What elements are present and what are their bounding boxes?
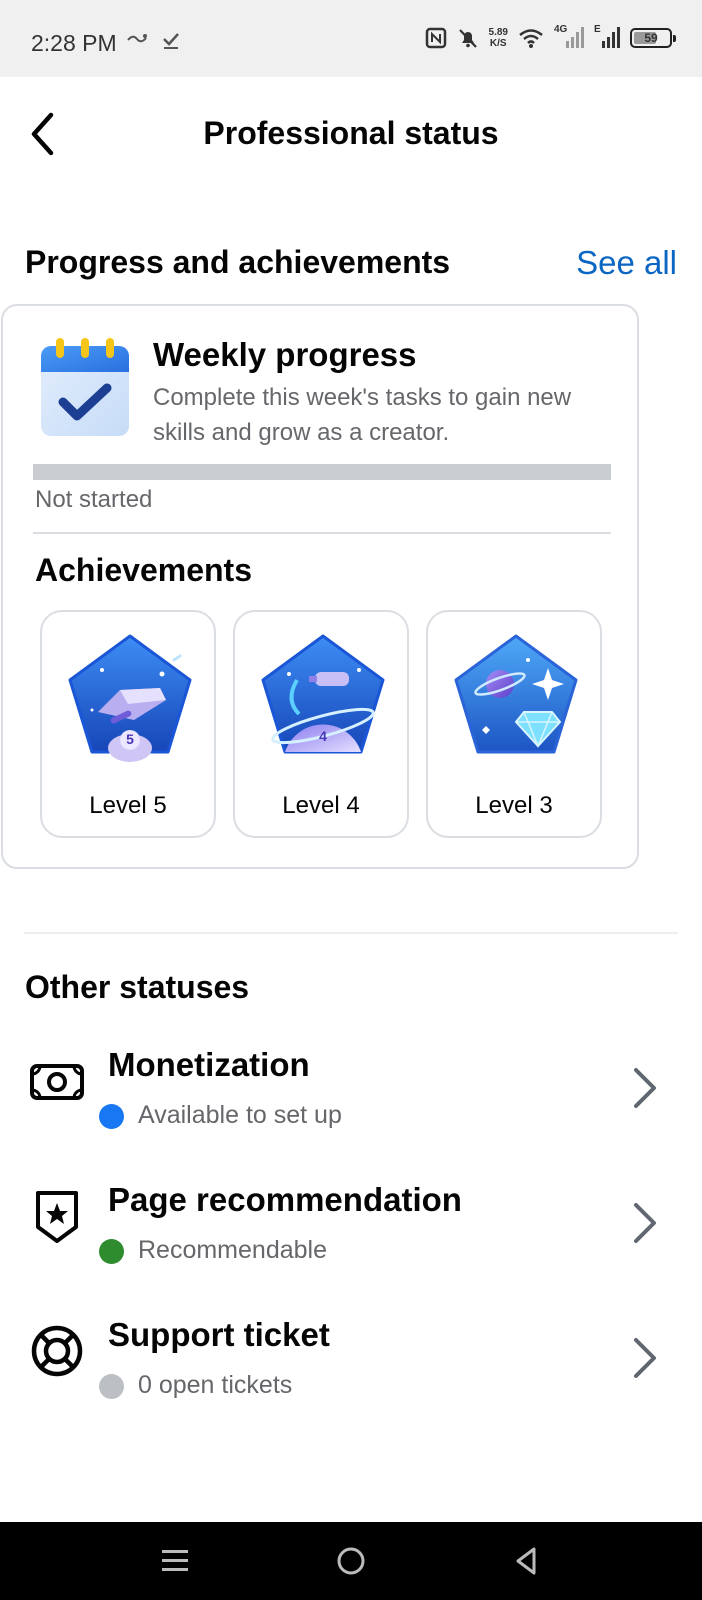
system-back-button[interactable] [503, 1538, 549, 1584]
chevron-right-icon [634, 1203, 656, 1243]
download-done-icon [163, 33, 179, 49]
status-row-monetization[interactable]: Monetization Available to set up [0, 1046, 702, 1166]
badge-number-5: 5 [126, 731, 134, 747]
badge-label: Level 4 [282, 792, 360, 819]
status-row-page-recommendation[interactable]: Page recommendation Recommendable [0, 1181, 702, 1301]
weekly-progress-title: Weekly progress [153, 336, 417, 373]
back-triangle-icon [516, 1547, 536, 1575]
net-speed-value: 5.89 [488, 27, 508, 38]
diamond-badge-icon [454, 634, 578, 754]
progress-card: Weekly progress Complete this week's tas… [1, 304, 639, 869]
status-right-icons: 5.89 K/S 4G E 59 [425, 24, 676, 50]
badge-level-5[interactable]: 5 Level 5 [40, 610, 216, 838]
status-sub: Available to set up [138, 1101, 342, 1129]
signal-4g: 4G [554, 24, 584, 50]
status-sub: Recommendable [138, 1236, 327, 1264]
status-left-icons [125, 30, 181, 50]
battery-icon: 59 [630, 28, 676, 48]
see-all-link[interactable]: See all [576, 244, 677, 282]
signal-bars-icon [566, 27, 584, 48]
network-speed: 5.89 K/S [489, 27, 508, 49]
status-dot-blue [99, 1104, 124, 1129]
achievements-title: Achievements [35, 552, 252, 588]
other-statuses-title: Other statuses [25, 969, 250, 1005]
mute-bell-icon [458, 29, 477, 48]
system-nav-bar [0, 1522, 702, 1600]
calendar-check-icon [41, 338, 129, 436]
section-separator [24, 932, 678, 934]
wifi-icon [519, 29, 543, 48]
badge-number-4: 4 [319, 728, 327, 744]
status-name: Monetization [108, 1046, 310, 1083]
planet-badge-icon [261, 634, 385, 754]
badge-level-4[interactable]: 4 Level 4 [233, 610, 409, 838]
chevron-right-icon [634, 1068, 656, 1108]
nfc-icon [425, 27, 446, 49]
signal-e: E [594, 24, 620, 50]
status-sub: 0 open tickets [138, 1371, 293, 1399]
header: Professional status [0, 77, 702, 192]
status-row-support-ticket[interactable]: Support ticket 0 open tickets [0, 1316, 702, 1436]
status-time: 2:28 PM [31, 30, 117, 56]
money-icon [30, 1064, 84, 1100]
recents-button[interactable] [152, 1538, 198, 1584]
card-divider [33, 532, 611, 534]
badge-label: Level 3 [475, 792, 553, 819]
menu-icon [162, 1550, 188, 1571]
shield-star-icon [36, 1191, 78, 1243]
lifebuoy-icon [31, 1325, 83, 1377]
battery-level: 59 [644, 31, 658, 45]
badge-level-3[interactable]: Level 3 [426, 610, 602, 838]
net-speed-unit: K/S [489, 38, 507, 49]
page-title: Professional status [203, 115, 499, 151]
achievement-badges: 5 Level 5 4 Level 4 Level 3 [40, 610, 602, 838]
status-name: Page recommendation [108, 1181, 462, 1218]
status-bar: 2:28 PM 5.89 K/S 4G E 59 [0, 0, 702, 77]
chevron-right-icon [634, 1338, 656, 1378]
status-dot-green [99, 1239, 124, 1264]
progress-section-title: Progress and achievements [25, 244, 451, 280]
gesture-icon [127, 34, 147, 43]
status-name: Support ticket [108, 1316, 330, 1353]
home-button[interactable] [328, 1538, 374, 1584]
badge-label: Level 5 [89, 792, 167, 819]
weekly-progress-status: Not started [35, 486, 153, 513]
status-dot-gray [99, 1374, 124, 1399]
weekly-progress-bar [33, 464, 611, 480]
signal-bars-icon-2 [602, 27, 620, 48]
home-circle-icon [337, 1547, 365, 1575]
weekly-progress-description: Complete this week's tasks to gain new s… [153, 384, 572, 446]
